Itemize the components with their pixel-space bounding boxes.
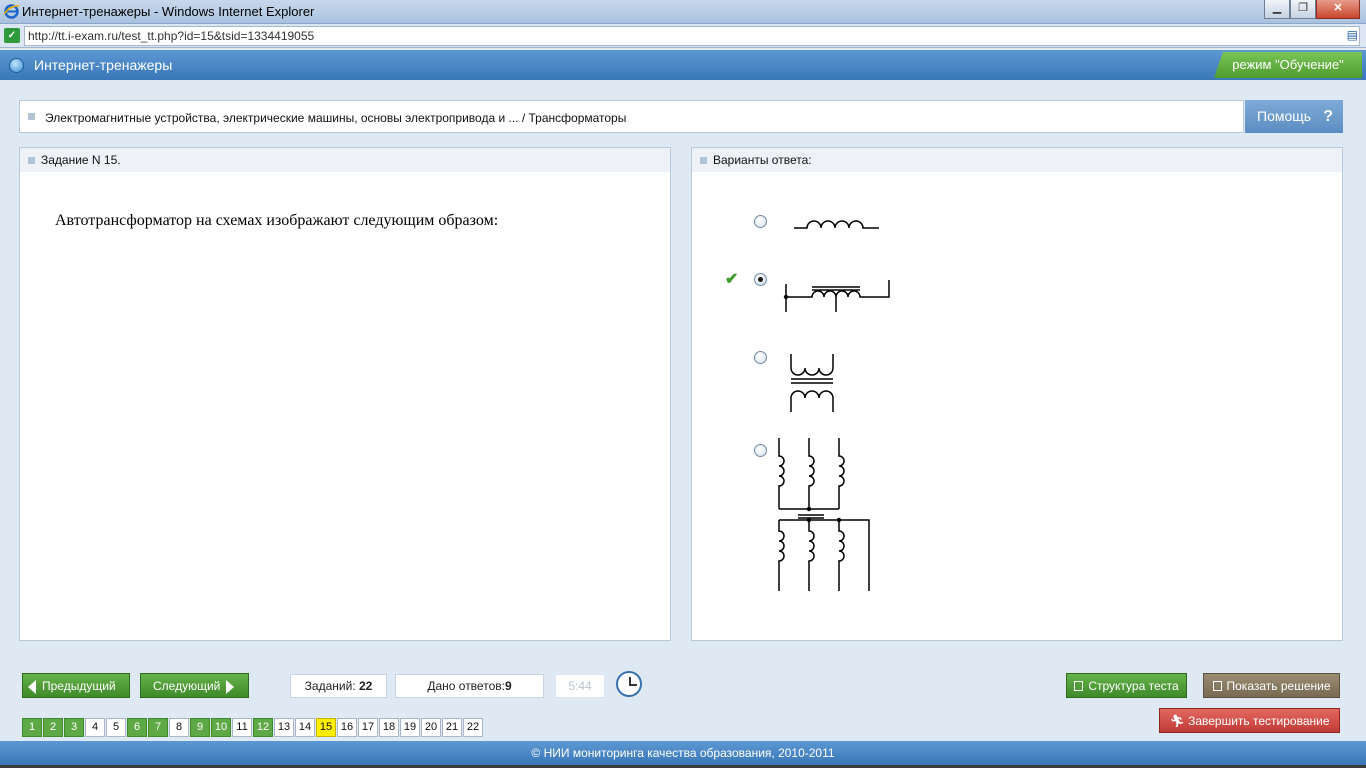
book-icon	[1212, 681, 1222, 691]
next-label: Следующий	[153, 679, 221, 693]
page-button-9[interactable]: 9	[190, 718, 210, 737]
mode-badge: режим "Обучение"	[1214, 52, 1362, 78]
page-button-2[interactable]: 2	[43, 718, 63, 737]
page-button-22[interactable]: 22	[463, 718, 483, 737]
site-favicon-icon: ✓	[4, 28, 20, 43]
answers-counter: Дано ответов:9	[395, 674, 544, 698]
bullet-icon	[28, 157, 35, 164]
navigation-area: Предыдущий Следующий Заданий: 22 Дано от…	[0, 660, 1366, 740]
test-structure-button[interactable]: Структура теста	[1066, 673, 1187, 698]
page-button-12[interactable]: 12	[253, 718, 273, 737]
answers-given-label: Дано ответов:	[427, 679, 505, 693]
tasks-count: 22	[358, 679, 373, 693]
tasks-counter: Заданий: 22	[290, 674, 387, 698]
question-mark-icon: ?	[1323, 108, 1333, 125]
answers-title: Варианты ответа:	[713, 153, 812, 167]
breadcrumb: Электромагнитные устройства, электрическ…	[45, 111, 627, 125]
page-button-19[interactable]: 19	[400, 718, 420, 737]
window-controls: ▁ ❐ ✕	[1264, 0, 1360, 19]
next-button[interactable]: Следующий	[140, 673, 249, 698]
clock-icon[interactable]	[616, 671, 642, 697]
inductor-symbol-icon	[794, 220, 879, 229]
page-button-14[interactable]: 14	[295, 718, 315, 737]
page-button-16[interactable]: 16	[337, 718, 357, 737]
tasks-label: Заданий:	[304, 679, 356, 693]
answer-radio-2[interactable]	[754, 273, 767, 286]
minimize-button[interactable]: ▁	[1264, 0, 1290, 19]
page-button-21[interactable]: 21	[442, 718, 462, 737]
transformer-symbol-icon	[790, 354, 834, 412]
task-number: Задание N 15.	[41, 153, 121, 167]
page-button-7[interactable]: 7	[148, 718, 168, 737]
answers-panel: Варианты ответа: ✔	[691, 147, 1343, 641]
footer: © НИИ мониторинга качества образования, …	[0, 741, 1366, 765]
show-solution-button[interactable]: Показать решение	[1203, 673, 1340, 698]
help-button[interactable]: Помощь ?	[1245, 100, 1343, 133]
maximize-button[interactable]: ❐	[1290, 0, 1316, 19]
app-header: Интернет-тренажеры режим "Обучение"	[0, 50, 1366, 80]
page-button-6[interactable]: 6	[127, 718, 147, 737]
ie-logo-icon	[3, 4, 20, 19]
list-icon	[1074, 681, 1084, 691]
page-icon[interactable]: ▤	[1347, 28, 1358, 42]
answers-given-count: 9	[504, 679, 512, 693]
correct-check-icon: ✔	[725, 271, 739, 288]
address-bar: ✓ http://tt.i-exam.ru/test_tt.php?id=15&…	[0, 24, 1366, 48]
globe-icon	[9, 58, 24, 73]
finish-label: Завершить тестирование	[1188, 714, 1330, 728]
answer-radio-1[interactable]	[754, 215, 767, 228]
page-button-3[interactable]: 3	[64, 718, 84, 737]
window-title: Интернет-тренажеры - Windows Internet Ex…	[22, 4, 315, 19]
page-button-10[interactable]: 10	[211, 718, 231, 737]
window-titlebar: Интернет-тренажеры - Windows Internet Ex…	[0, 0, 1366, 24]
page-button-13[interactable]: 13	[274, 718, 294, 737]
runner-icon: 🏃︎	[1169, 714, 1189, 728]
url-field[interactable]: http://tt.i-exam.ru/test_tt.php?id=15&ts…	[24, 26, 1360, 46]
page-button-17[interactable]: 17	[358, 718, 378, 737]
task-panel: Задание N 15. Автотрансформатор на схема…	[19, 147, 671, 641]
bullet-icon	[28, 113, 35, 120]
answers-header: Варианты ответа:	[692, 148, 1342, 172]
arrow-left-icon	[28, 679, 36, 694]
answer-radio-4[interactable]	[754, 444, 767, 457]
previous-button[interactable]: Предыдущий	[22, 673, 130, 698]
page-button-11[interactable]: 11	[232, 718, 252, 737]
page-button-5[interactable]: 5	[106, 718, 126, 737]
timer: 5:44	[555, 674, 605, 698]
page-button-4[interactable]: 4	[85, 718, 105, 737]
show-solution-label: Показать решение	[1226, 679, 1331, 693]
breadcrumb-bar: Электромагнитные устройства, электрическ…	[19, 100, 1244, 133]
question-text: Автотрансформатор на схемах изображают с…	[55, 212, 499, 229]
task-header: Задание N 15.	[20, 148, 670, 172]
autotransformer-symbol-icon	[783, 280, 890, 312]
close-button[interactable]: ✕	[1316, 0, 1360, 19]
page-button-18[interactable]: 18	[379, 718, 399, 737]
page-button-15[interactable]: 15	[316, 718, 336, 737]
help-label: Помощь	[1257, 108, 1312, 124]
page-button-8[interactable]: 8	[169, 718, 189, 737]
bullet-icon	[700, 157, 707, 164]
arrow-right-icon	[226, 679, 235, 694]
answer-radio-3[interactable]	[754, 351, 767, 364]
finish-test-button[interactable]: 🏃︎ Завершить тестирование	[1159, 708, 1340, 733]
page-navigator: 1 2 3 4 5 6 7 8 9 10 11 12 13 14 15 16 17 18 19 20 21 22	[22, 718, 484, 737]
app-title: Интернет-тренажеры	[34, 57, 173, 73]
previous-label: Предыдущий	[42, 679, 116, 693]
structure-label: Структура теста	[1088, 679, 1179, 693]
page-button-20[interactable]: 20	[421, 718, 441, 737]
page-button-1[interactable]: 1	[22, 718, 42, 737]
three-phase-transformer-symbol-icon	[778, 438, 870, 591]
